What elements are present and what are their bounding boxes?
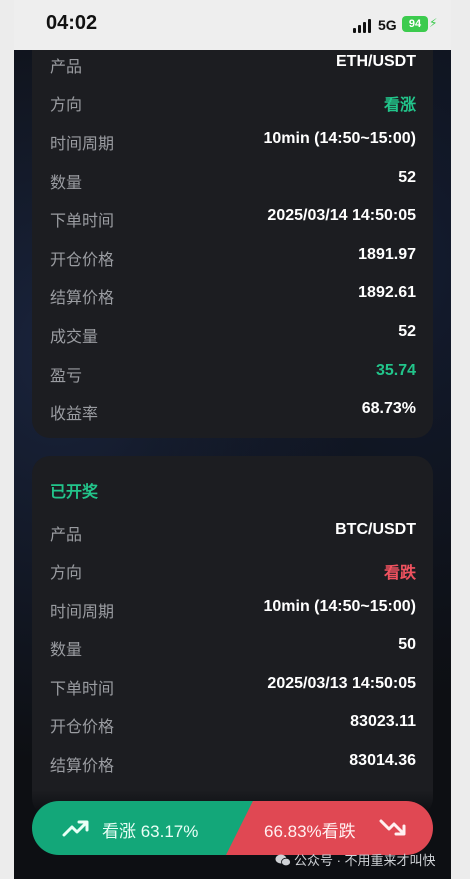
row-open-price: 开仓价格 1891.97 xyxy=(32,242,433,272)
label-settle-price: 结算价格 xyxy=(50,758,115,775)
wechat-icon xyxy=(275,854,291,867)
row-period: 时间周期 10min (14:50~15:00) xyxy=(32,594,433,624)
value-open-price: 1891.97 xyxy=(358,246,416,263)
value-order-time: 2025/03/14 14:50:05 xyxy=(267,207,416,224)
value-open-price: 83023.11 xyxy=(350,713,416,730)
label-quantity: 数量 xyxy=(50,642,83,659)
row-product: 产品 BTC/USDT xyxy=(32,517,433,547)
row-order-time: 下单时间 2025/03/14 14:50:05 xyxy=(32,203,433,233)
label-product: 产品 xyxy=(50,59,83,76)
value-period: 10min (14:50~15:00) xyxy=(263,598,416,615)
value-period: 10min (14:50~15:00) xyxy=(263,130,416,147)
label-direction: 方向 xyxy=(50,97,83,114)
status-time: 04:02 xyxy=(46,12,98,34)
label-return-rate: 收益率 xyxy=(50,406,99,423)
buy-down-button[interactable]: 66.83%看跌 xyxy=(226,801,433,855)
battery-icon: 94 xyxy=(402,16,428,32)
row-quantity: 数量 50 xyxy=(32,632,433,662)
row-open-price: 开仓价格 83023.11 xyxy=(32,709,433,739)
row-volume: 成交量 52 xyxy=(32,319,433,349)
row-quantity: 数量 52 xyxy=(32,165,433,195)
row-direction: 方向 看涨 xyxy=(32,87,433,117)
label-period: 时间周期 xyxy=(50,136,115,153)
order-card-btc: 已开奖 产品 BTC/USDT 方向 看跌 时间周期 10min (14:50~… xyxy=(32,456,433,816)
row-product: 产品 ETH/USDT xyxy=(32,49,433,79)
network-type: 5G xyxy=(378,17,397,33)
value-order-time: 2025/03/13 14:50:05 xyxy=(267,675,416,692)
row-direction: 方向 看跌 xyxy=(32,555,433,585)
trend-down-icon xyxy=(379,819,406,836)
value-quantity: 50 xyxy=(398,636,416,653)
label-order-time: 下单时间 xyxy=(50,681,115,698)
label-period: 时间周期 xyxy=(50,604,115,621)
watermark: 公众号 · 不用重来才叫快 xyxy=(275,850,436,869)
order-card-eth: 产品 ETH/USDT 方向 看涨 时间周期 10min (14:50~15:0… xyxy=(32,20,433,438)
order-status-title: 已开奖 xyxy=(50,484,99,501)
label-open-price: 开仓价格 xyxy=(50,719,115,736)
label-direction: 方向 xyxy=(50,565,83,582)
row-return-rate: 收益率 68.73% xyxy=(32,396,433,426)
value-return-rate: 68.73% xyxy=(361,400,416,417)
label-open-price: 开仓价格 xyxy=(50,252,115,269)
value-volume: 52 xyxy=(398,323,416,340)
watermark-text: 公众号 · 不用重来才叫快 xyxy=(294,853,436,868)
label-quantity: 数量 xyxy=(50,175,83,192)
value-direction: 看涨 xyxy=(383,97,416,114)
buy-down-label: 66.83%看跌 xyxy=(264,822,356,841)
buy-up-button[interactable]: 看涨 63.17% xyxy=(32,801,262,855)
label-product: 产品 xyxy=(50,527,83,544)
value-pnl: 35.74 xyxy=(375,362,416,379)
signal-icon xyxy=(353,17,373,33)
label-order-time: 下单时间 xyxy=(50,213,115,230)
trend-up-icon xyxy=(62,820,89,837)
value-product: ETH/USDT xyxy=(336,53,416,70)
buy-up-label: 看涨 63.17% xyxy=(102,822,199,841)
label-settle-price: 结算价格 xyxy=(50,290,115,307)
row-period: 时间周期 10min (14:50~15:00) xyxy=(32,126,433,156)
status-bar: 04:02 5G 94 ⚡ xyxy=(14,0,451,50)
phone-screen: 产品 ETH/USDT 方向 看涨 时间周期 10min (14:50~15:0… xyxy=(14,0,451,879)
value-quantity: 52 xyxy=(398,169,416,186)
row-settle-price: 结算价格 83014.36 xyxy=(32,748,433,778)
row-pnl: 盈亏 35.74 xyxy=(32,358,433,388)
row-settle-price: 结算价格 1892.61 xyxy=(32,280,433,310)
value-settle-price: 1892.61 xyxy=(358,284,416,301)
charging-icon: ⚡ xyxy=(429,16,438,30)
row-order-time: 下单时间 2025/03/13 14:50:05 xyxy=(32,671,433,701)
label-pnl: 盈亏 xyxy=(50,368,83,385)
value-direction: 看跌 xyxy=(383,565,416,582)
value-settle-price: 83014.36 xyxy=(349,752,416,769)
value-product: BTC/USDT xyxy=(335,521,416,538)
label-volume: 成交量 xyxy=(50,329,99,346)
